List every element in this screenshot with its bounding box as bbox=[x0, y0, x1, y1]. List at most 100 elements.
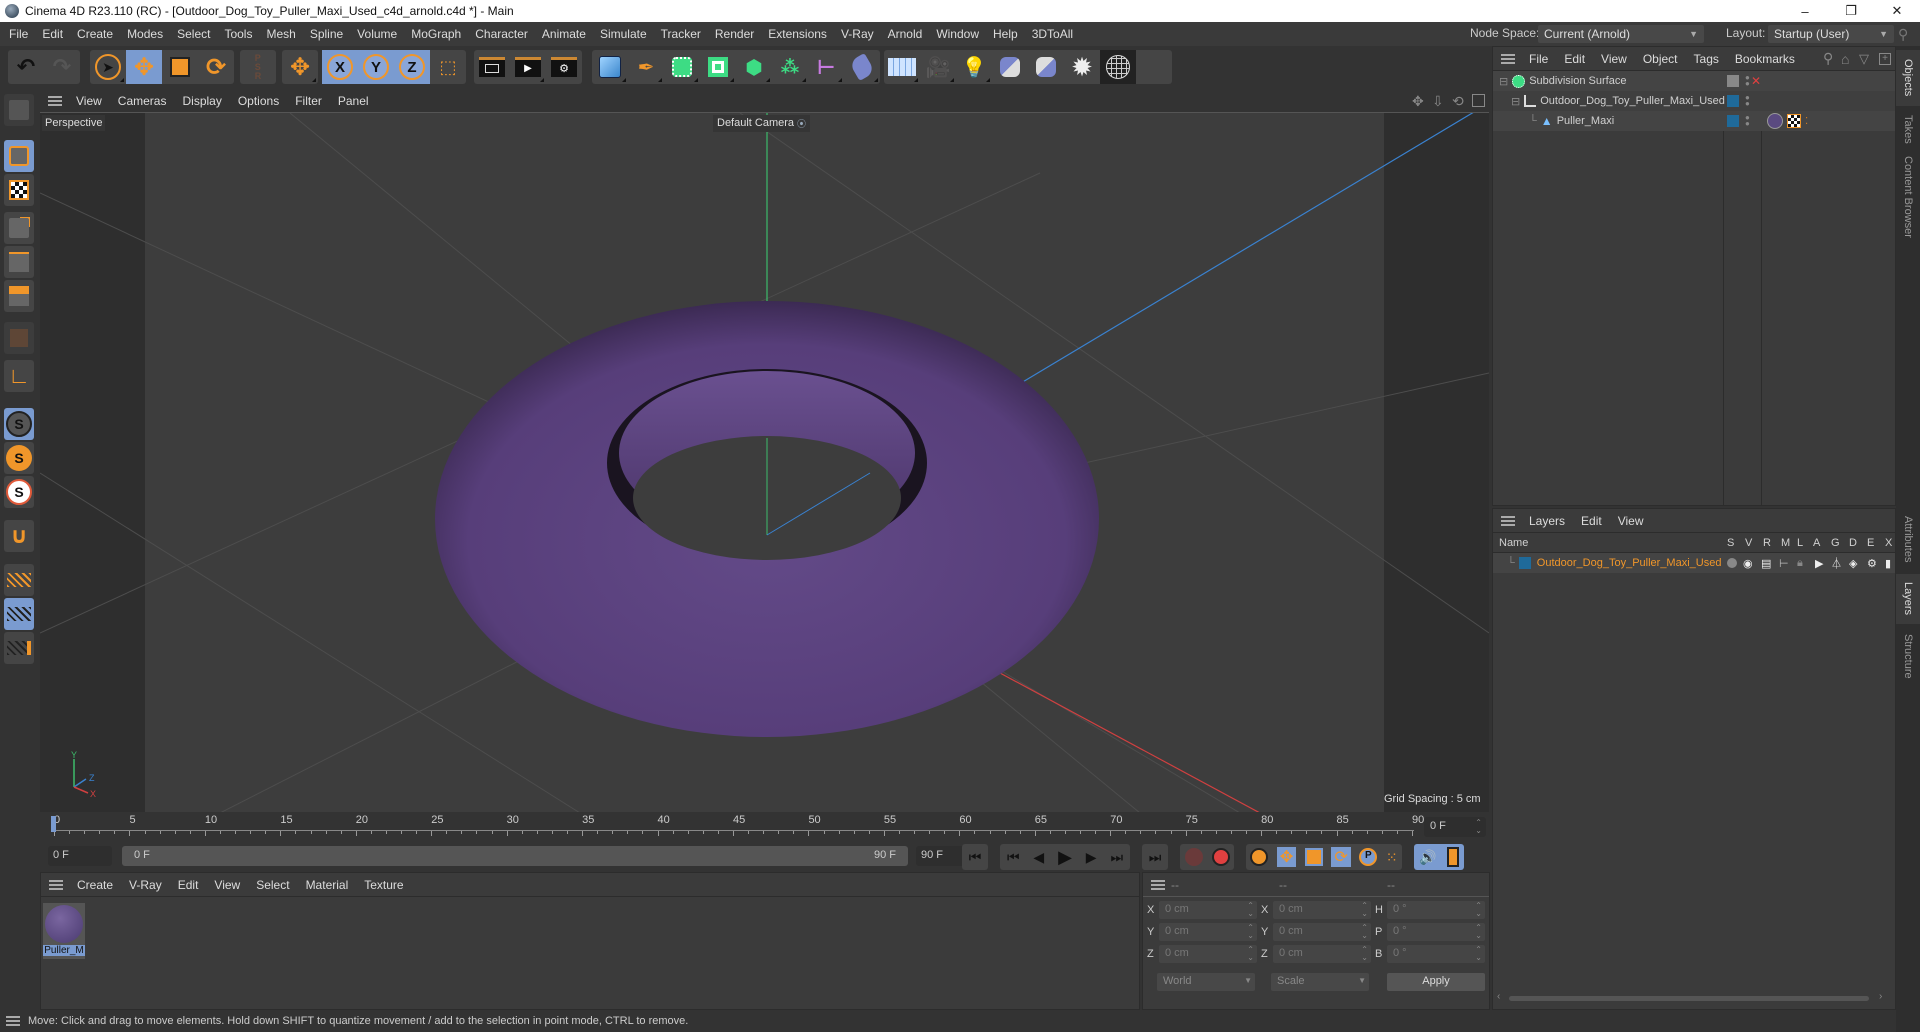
tab-takes[interactable]: Takes bbox=[1896, 108, 1920, 150]
tab-structure[interactable]: Structure bbox=[1896, 626, 1920, 686]
lock-icon[interactable]: 🔒︎ bbox=[1797, 557, 1803, 570]
spinner-icon[interactable]: ⌃ ⌄ bbox=[1475, 924, 1482, 940]
menu-edit[interactable]: Edit bbox=[35, 27, 70, 41]
uvw-tag-icon[interactable] bbox=[1787, 114, 1801, 128]
live-selection-button[interactable]: ➤ bbox=[90, 50, 126, 84]
render-view-button[interactable] bbox=[474, 50, 510, 84]
hamburger-icon[interactable] bbox=[49, 879, 63, 890]
snap-settings-button[interactable]: S bbox=[4, 442, 34, 474]
minimize-button[interactable]: – bbox=[1782, 0, 1828, 22]
camera-button[interactable]: 🎥 bbox=[920, 50, 956, 84]
object-row-puller-maxi[interactable]: └ ▲ Puller_Maxi ● ● ⁚ bbox=[1493, 111, 1895, 131]
spinner-icon[interactable]: ⌃ ⌄ bbox=[1247, 924, 1254, 940]
go-to-end-button[interactable]: ⏭ bbox=[1142, 844, 1168, 870]
material-menu-texture[interactable]: Texture bbox=[356, 878, 411, 892]
viewport-3d[interactable]: Perspective Default Camera ⦿ Grid Spacing… bbox=[40, 112, 1489, 812]
next-frame-button[interactable]: ▶ bbox=[1086, 849, 1097, 866]
horizontal-scrollbar[interactable]: ‹ › bbox=[1497, 991, 1889, 1005]
floor-button[interactable] bbox=[884, 50, 920, 84]
maximize-view-icon[interactable] bbox=[1472, 94, 1485, 107]
material-tag-icon[interactable] bbox=[1767, 113, 1783, 129]
menu-spline[interactable]: Spline bbox=[303, 27, 350, 41]
z-axis-button[interactable]: Z bbox=[394, 50, 430, 84]
spinner-icon[interactable]: ⌃ ⌄ bbox=[1247, 902, 1254, 918]
menu-3dtoall[interactable]: 3DToAll bbox=[1025, 27, 1080, 41]
object-menu-file[interactable]: File bbox=[1521, 52, 1556, 66]
coordinate-value-field[interactable]: 0 ° ⌃ ⌄ bbox=[1387, 945, 1485, 963]
torus-object[interactable] bbox=[435, 301, 1099, 737]
camera-label[interactable]: Default Camera ⦿ bbox=[713, 115, 811, 132]
points-mode-button[interactable] bbox=[4, 212, 34, 244]
menu-render[interactable]: Render bbox=[708, 27, 761, 41]
coordinate-value-field[interactable]: 0 cm ⌃ ⌄ bbox=[1159, 901, 1257, 919]
arnold-tag-icon[interactable]: ⁚ bbox=[1805, 116, 1808, 127]
close-button[interactable]: ✕ bbox=[1874, 0, 1920, 22]
material-menu-create[interactable]: Create bbox=[69, 878, 121, 892]
visibility-dots[interactable]: ● ● bbox=[1745, 74, 1750, 88]
current-frame-field[interactable]: 0 F ⌃ ⌄ bbox=[1424, 817, 1486, 837]
column-manager[interactable]: M bbox=[1781, 537, 1790, 549]
layout-dropdown[interactable]: Startup (User) ▼ bbox=[1768, 25, 1894, 43]
symmetry-button[interactable]: ⊢ bbox=[808, 50, 844, 84]
edges-mode-button[interactable] bbox=[4, 246, 34, 278]
manager-hierarchy-icon[interactable]: ⊢ bbox=[1779, 557, 1789, 570]
search-icon[interactable]: ⚲ bbox=[1898, 26, 1908, 43]
menu-arnold[interactable]: Arnold bbox=[881, 27, 930, 41]
viewport-menu-filter[interactable]: Filter bbox=[287, 94, 330, 108]
column-xref[interactable]: X bbox=[1885, 537, 1892, 549]
filmstrip-icon[interactable] bbox=[1446, 847, 1459, 867]
expression-icon[interactable]: ⚙ bbox=[1867, 557, 1877, 570]
column-deformers[interactable]: D bbox=[1849, 537, 1857, 549]
layer-menu-layers[interactable]: Layers bbox=[1521, 514, 1573, 528]
material-menu-view[interactable]: View bbox=[206, 878, 248, 892]
tab-layers[interactable]: Layers bbox=[1896, 574, 1920, 624]
column-animation[interactable]: A bbox=[1813, 537, 1820, 549]
menu-simulate[interactable]: Simulate bbox=[593, 27, 654, 41]
key-param-icon[interactable]: P bbox=[1359, 848, 1378, 866]
workplane-mode-button[interactable] bbox=[4, 632, 34, 664]
layer-color-swatch[interactable] bbox=[1727, 95, 1739, 107]
menu-tools[interactable]: Tools bbox=[217, 27, 259, 41]
pen-button[interactable]: ✒ bbox=[628, 50, 664, 84]
explosion-button[interactable]: ✹ bbox=[1064, 50, 1100, 84]
material-swatch[interactable]: Puller_M bbox=[43, 903, 85, 959]
model-mode-button[interactable] bbox=[4, 140, 34, 172]
key-rotation-icon[interactable]: ⟳ bbox=[1331, 847, 1351, 867]
snap-button[interactable]: S bbox=[4, 408, 34, 440]
scale-button[interactable] bbox=[162, 50, 198, 84]
viewport-menu-options[interactable]: Options bbox=[230, 94, 287, 108]
column-solo[interactable]: S bbox=[1727, 537, 1734, 549]
subdivision-button[interactable] bbox=[664, 50, 700, 84]
menu-file[interactable]: File bbox=[2, 27, 35, 41]
material-menu-vray[interactable]: V-Ray bbox=[121, 878, 170, 892]
visibility-dots[interactable]: ● ● bbox=[1745, 94, 1750, 108]
column-expressions[interactable]: E bbox=[1867, 537, 1874, 549]
layer-name[interactable]: Outdoor_Dog_Toy_Puller_Maxi_Used bbox=[1537, 557, 1722, 569]
menu-help[interactable]: Help bbox=[986, 27, 1025, 41]
key-position-icon[interactable]: ✥ bbox=[1276, 847, 1297, 867]
spinner-icon[interactable]: ⌃ ⌄ bbox=[1361, 902, 1368, 918]
coordinate-value-field[interactable]: 0 cm ⌃ ⌄ bbox=[1273, 923, 1371, 941]
render-settings-button[interactable]: ⚙ bbox=[546, 50, 582, 84]
redo-button[interactable]: ↷ bbox=[44, 50, 80, 84]
make-editable-button[interactable] bbox=[4, 94, 34, 126]
tab-attributes[interactable]: Attributes bbox=[1896, 506, 1920, 572]
coordinate-value-field[interactable]: 0 cm ⌃ ⌄ bbox=[1159, 945, 1257, 963]
home-icon[interactable]: ⌂ bbox=[1841, 51, 1849, 67]
rotate-button[interactable]: ⟳ bbox=[198, 50, 234, 84]
menu-character[interactable]: Character bbox=[468, 27, 535, 41]
menu-volume[interactable]: Volume bbox=[350, 27, 404, 41]
spinner-icon[interactable]: ⌃ ⌄ bbox=[1475, 946, 1482, 962]
layer-menu-view[interactable]: View bbox=[1610, 514, 1652, 528]
object-row-outdoor-dog-toy[interactable]: ⊟ Outdoor_Dog_Toy_Puller_Maxi_Used ● ● bbox=[1493, 91, 1895, 111]
start-frame-field[interactable]: 0 F bbox=[48, 846, 112, 866]
render-picture-viewer-button[interactable]: ▶ bbox=[510, 50, 546, 84]
column-render[interactable]: R bbox=[1763, 537, 1771, 549]
menu-animate[interactable]: Animate bbox=[535, 27, 593, 41]
spinner-icon[interactable]: ⌃ ⌄ bbox=[1361, 924, 1368, 940]
disabled-x-icon[interactable]: ✕ bbox=[1751, 74, 1761, 88]
scroll-left-icon[interactable]: ‹ bbox=[1497, 991, 1500, 1002]
python-generator-button[interactable] bbox=[1028, 50, 1064, 84]
object-menu-view[interactable]: View bbox=[1593, 52, 1635, 66]
maximize-button[interactable]: ❐ bbox=[1828, 0, 1874, 22]
